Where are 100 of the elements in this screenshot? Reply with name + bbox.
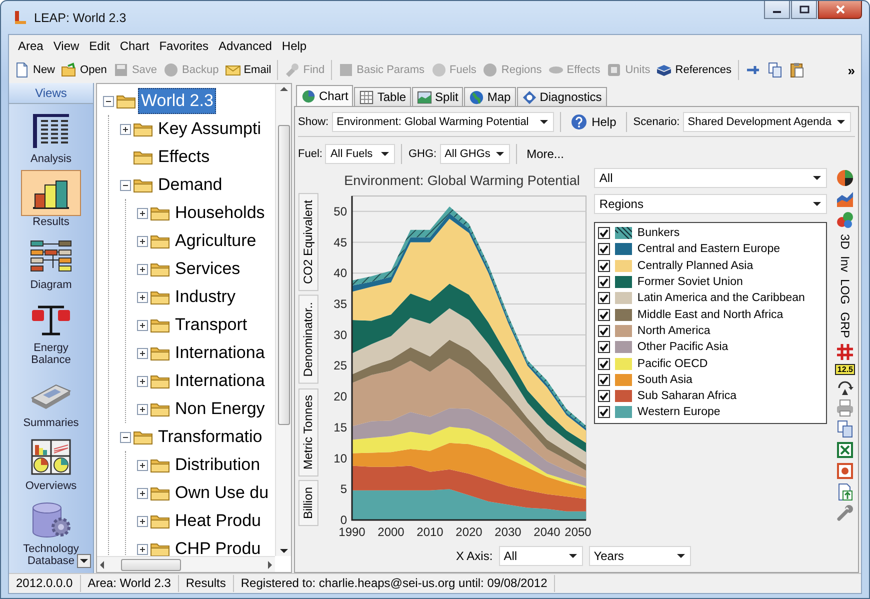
checkbox[interactable]	[598, 406, 610, 418]
expand-icon[interactable]	[120, 124, 131, 134]
show-dropdown[interactable]: Environment: Global Warming Potential	[332, 112, 554, 132]
filter-dropdown[interactable]: All Fuels	[325, 144, 396, 164]
more-button[interactable]: More...	[522, 146, 568, 160]
overflow-button[interactable]: »	[848, 62, 861, 78]
tree-item[interactable]: Services	[172, 256, 244, 282]
presentation-icon[interactable]	[836, 462, 854, 480]
menu-item[interactable]: Edit	[84, 39, 115, 53]
tree-item[interactable]: Effects	[155, 144, 213, 170]
tree-item[interactable]: Heat Produ	[172, 508, 264, 534]
checkbox[interactable]	[598, 276, 610, 288]
axis-option-button[interactable]: CO2 Equivalent	[298, 193, 318, 292]
maximize-button[interactable]	[791, 1, 817, 19]
tree-item[interactable]: World 2.3	[138, 88, 216, 114]
expand-icon[interactable]	[137, 348, 148, 358]
tree-item[interactable]: Households	[172, 200, 268, 226]
group-dropdown[interactable]: Regions	[594, 194, 828, 214]
menu-item[interactable]: View	[48, 39, 84, 53]
toolbar-button[interactable]: Email	[222, 62, 274, 78]
scenario-dropdown[interactable]: Shared Development Agenda	[682, 112, 851, 132]
expand-icon[interactable]	[137, 264, 148, 274]
view-button[interactable]: Energy Balance	[9, 293, 93, 368]
spreadsheet-icon[interactable]	[836, 440, 854, 459]
value-labels-button[interactable]: 12.5	[835, 364, 855, 375]
pie-chart-icon[interactable]	[836, 169, 854, 187]
minimize-button[interactable]	[764, 1, 790, 19]
view-button[interactable]: Results	[9, 167, 93, 230]
tree-item[interactable]: Agriculture	[172, 228, 260, 254]
checkbox[interactable]	[598, 390, 610, 402]
x-unit-dropdown[interactable]: Years	[588, 546, 691, 566]
checkbox[interactable]	[598, 341, 610, 354]
menu-item[interactable]: Advanced	[214, 39, 277, 53]
tree-item[interactable]: Own Use du	[172, 480, 272, 506]
collapse-icon[interactable]	[120, 432, 131, 442]
checkbox[interactable]	[598, 374, 610, 386]
dropdown-button[interactable]	[77, 554, 91, 568]
checkbox[interactable]	[598, 260, 610, 272]
tree-item[interactable]: Internationa	[172, 340, 268, 366]
area-chart-icon[interactable]	[836, 190, 854, 208]
axis-option-button[interactable]: Denominator..	[298, 295, 318, 384]
filter-dropdown[interactable]: All GHGs	[440, 144, 510, 164]
scrollbar[interactable]	[97, 556, 275, 572]
view-button[interactable]: Diagram	[9, 230, 93, 293]
expand-icon[interactable]	[137, 292, 148, 302]
checkbox[interactable]	[598, 227, 610, 240]
menu-item[interactable]: Area	[13, 39, 48, 53]
expand-icon[interactable]	[137, 460, 148, 470]
scrollbar[interactable]	[275, 84, 291, 556]
tab[interactable]: Map	[464, 87, 516, 106]
checkbox[interactable]	[598, 358, 610, 370]
x-axis-dropdown[interactable]: All	[498, 546, 583, 566]
checkbox[interactable]	[598, 292, 610, 304]
tree-item[interactable]: Distribution	[172, 452, 264, 478]
checkbox[interactable]	[598, 308, 610, 321]
expand-icon[interactable]	[137, 320, 148, 330]
expand-icon[interactable]	[137, 488, 148, 498]
toolbar-button[interactable]: Open	[59, 62, 109, 78]
tree-item[interactable]: Transport	[172, 312, 250, 338]
bubbles-icon[interactable]	[836, 211, 854, 229]
expand-icon[interactable]	[137, 236, 148, 246]
tree-item[interactable]: Demand	[155, 172, 226, 198]
series-dropdown[interactable]: All	[594, 168, 828, 188]
collapse-icon[interactable]	[103, 96, 114, 106]
axis-option-button[interactable]: Billion	[298, 480, 318, 526]
toolbar-button[interactable]: References	[654, 62, 734, 78]
expand-icon[interactable]	[137, 404, 148, 414]
expand-icon[interactable]	[137, 544, 148, 554]
collapse-icon[interactable]	[120, 180, 131, 190]
view-button[interactable]: Technology Database	[9, 494, 93, 569]
copy-icon[interactable]	[836, 420, 854, 438]
view-button[interactable]: Analysis	[9, 104, 93, 167]
toolbar-toggle[interactable]: GRP	[838, 310, 852, 340]
checkbox[interactable]	[598, 324, 610, 337]
help-button[interactable]: Help	[566, 114, 620, 130]
toolbar-toggle[interactable]: LOG	[838, 277, 852, 307]
view-button[interactable]: Summaries	[9, 368, 93, 431]
tab[interactable]: Table	[354, 87, 412, 106]
wrench-icon[interactable]	[836, 504, 854, 522]
tree-item[interactable]: Internationa	[172, 368, 268, 394]
menu-item[interactable]: Favorites	[154, 39, 214, 53]
tab[interactable]: Diagnostics	[516, 87, 607, 106]
axis-option-button[interactable]: Metric Tonnes	[298, 388, 318, 476]
tab[interactable]: Chart	[296, 85, 354, 106]
expand-icon[interactable]	[137, 208, 148, 218]
checkbox[interactable]	[598, 243, 610, 256]
menu-item[interactable]: Help	[276, 39, 312, 53]
toolbar-toggle[interactable]: 3D	[838, 232, 852, 252]
tree-item[interactable]: Key Assumpti	[155, 116, 264, 142]
tab[interactable]: Split	[412, 87, 464, 106]
close-button[interactable]	[818, 1, 862, 19]
export-icon[interactable]	[836, 482, 854, 501]
toolbar-button[interactable]: New	[12, 62, 58, 78]
grid-icon[interactable]	[836, 342, 854, 361]
view-button[interactable]: Overviews	[9, 431, 93, 494]
tree-item[interactable]: Transformatio	[155, 424, 266, 450]
tree-item[interactable]: Industry	[172, 284, 238, 310]
expand-icon[interactable]	[137, 516, 148, 526]
tree-item[interactable]: CHP Produ	[172, 536, 264, 556]
toolbar-toggle[interactable]: Inv	[838, 254, 852, 274]
